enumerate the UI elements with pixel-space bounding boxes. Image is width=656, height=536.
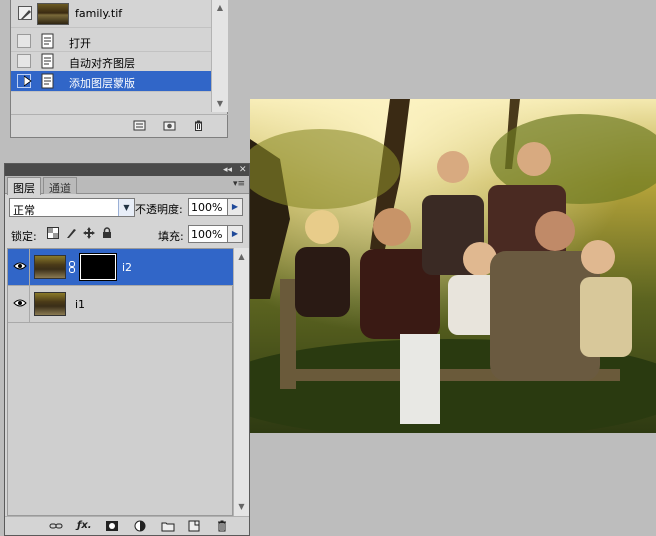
visibility-toggle[interactable]	[10, 249, 30, 285]
history-item-auto-align[interactable]: 自动对齐图层	[11, 51, 211, 72]
tab-layers[interactable]: 图层	[7, 177, 41, 195]
opacity-input[interactable]: 100%	[188, 198, 228, 216]
group-icon[interactable]	[161, 520, 175, 532]
fill-label: 填充:	[158, 230, 184, 243]
panel-tabs: 图层 通道 ▾≡	[5, 176, 249, 195]
opacity-slider-button[interactable]: ▶	[228, 198, 243, 216]
history-panel: family.tif 打开 自动对齐图层 添加图层蒙版 ▲ ▼	[10, 0, 228, 138]
history-list: family.tif 打开 自动对齐图层 添加图层蒙版	[11, 0, 211, 112]
lock-position-icon[interactable]	[83, 227, 95, 239]
adjustment-icon[interactable]	[133, 520, 147, 532]
opacity-value: 100%	[191, 201, 223, 214]
eye-icon[interactable]	[13, 298, 27, 308]
history-scrollbar[interactable]: ▲ ▼	[211, 0, 228, 112]
mask-link-icon[interactable]	[69, 261, 75, 273]
lock-pixels-icon[interactable]	[65, 227, 77, 239]
close-panel-icon[interactable]: ✕	[239, 164, 247, 176]
history-state-icon	[41, 53, 55, 69]
fill-value: 100%	[191, 228, 223, 241]
scroll-down-icon[interactable]: ▼	[214, 98, 226, 110]
layer-row-i2[interactable]: i2	[8, 249, 233, 286]
panel-menu-icon[interactable]: ▾≡	[233, 179, 245, 189]
history-brush-source-checkbox[interactable]	[17, 54, 31, 68]
history-brush-source-checkbox[interactable]	[17, 74, 32, 88]
layer-thumbnail[interactable]	[34, 255, 66, 279]
layers-scrollbar[interactable]: ▲ ▼	[233, 248, 249, 516]
layer-row-i1[interactable]: i1	[8, 286, 233, 323]
fill-slider-button[interactable]: ▶	[228, 225, 243, 243]
layers-panel: ◂◂ ✕ 图层 通道 ▾≡ 正常 ▼ 不透明度: 100% ▶ 锁定: 填充: …	[4, 163, 250, 536]
blend-mode-select[interactable]: 正常 ▼	[9, 198, 135, 217]
history-footer	[11, 114, 228, 136]
layer-name[interactable]: i1	[75, 298, 85, 311]
history-state-icon	[41, 33, 55, 49]
fill-input[interactable]: 100%	[188, 225, 228, 243]
history-item-label: 添加图层蒙版	[69, 77, 135, 90]
scroll-up-icon[interactable]: ▲	[214, 2, 226, 14]
new-layer-icon[interactable]	[187, 520, 201, 532]
tab-channels[interactable]: 通道	[43, 177, 77, 195]
family-photo-image	[250, 99, 656, 433]
layer-name[interactable]: i2	[122, 261, 132, 274]
history-item-label: 打开	[69, 37, 91, 50]
mask-icon[interactable]	[105, 520, 119, 532]
lock-all-icon[interactable]	[101, 227, 113, 239]
link-icon[interactable]	[49, 520, 63, 532]
chevron-down-icon[interactable]: ▼	[118, 199, 134, 216]
scroll-down-icon[interactable]: ▼	[236, 502, 247, 511]
panel-titlebar[interactable]: ◂◂ ✕	[5, 164, 249, 176]
history-snapshot[interactable]: family.tif	[11, 0, 211, 28]
history-state-icon	[41, 73, 55, 89]
snapshot-thumbnail	[37, 3, 69, 25]
opacity-label: 不透明度:	[135, 203, 183, 216]
layers-footer: ƒx.	[5, 516, 249, 535]
visibility-toggle[interactable]	[10, 286, 30, 322]
trash-icon[interactable]	[192, 120, 205, 131]
lock-label: 锁定:	[11, 230, 37, 243]
scroll-up-icon[interactable]: ▲	[236, 252, 247, 261]
collapse-panel-icon[interactable]: ◂◂	[223, 164, 232, 176]
history-brush-source-checkbox[interactable]	[17, 34, 31, 48]
camera-snapshot-icon[interactable]	[163, 120, 176, 131]
layer-mask-thumbnail[interactable]	[79, 253, 117, 281]
snapshot-name: family.tif	[75, 7, 123, 20]
lock-transparent-icon[interactable]	[47, 227, 59, 239]
snapshot-source-icon[interactable]	[18, 6, 32, 20]
history-item-open[interactable]: 打开	[11, 31, 211, 52]
history-item-label: 自动对齐图层	[69, 57, 135, 70]
layer-thumbnail[interactable]	[34, 292, 66, 316]
new-document-from-state-icon[interactable]	[133, 120, 146, 131]
document-canvas[interactable]	[250, 99, 656, 433]
trash-icon[interactable]	[215, 520, 229, 532]
fx-icon[interactable]: ƒx.	[77, 520, 92, 532]
blend-mode-value: 正常	[13, 204, 35, 217]
layer-list: i2 i1	[7, 248, 233, 516]
eye-icon[interactable]	[13, 261, 27, 271]
history-item-add-mask[interactable]: 添加图层蒙版	[11, 71, 211, 92]
